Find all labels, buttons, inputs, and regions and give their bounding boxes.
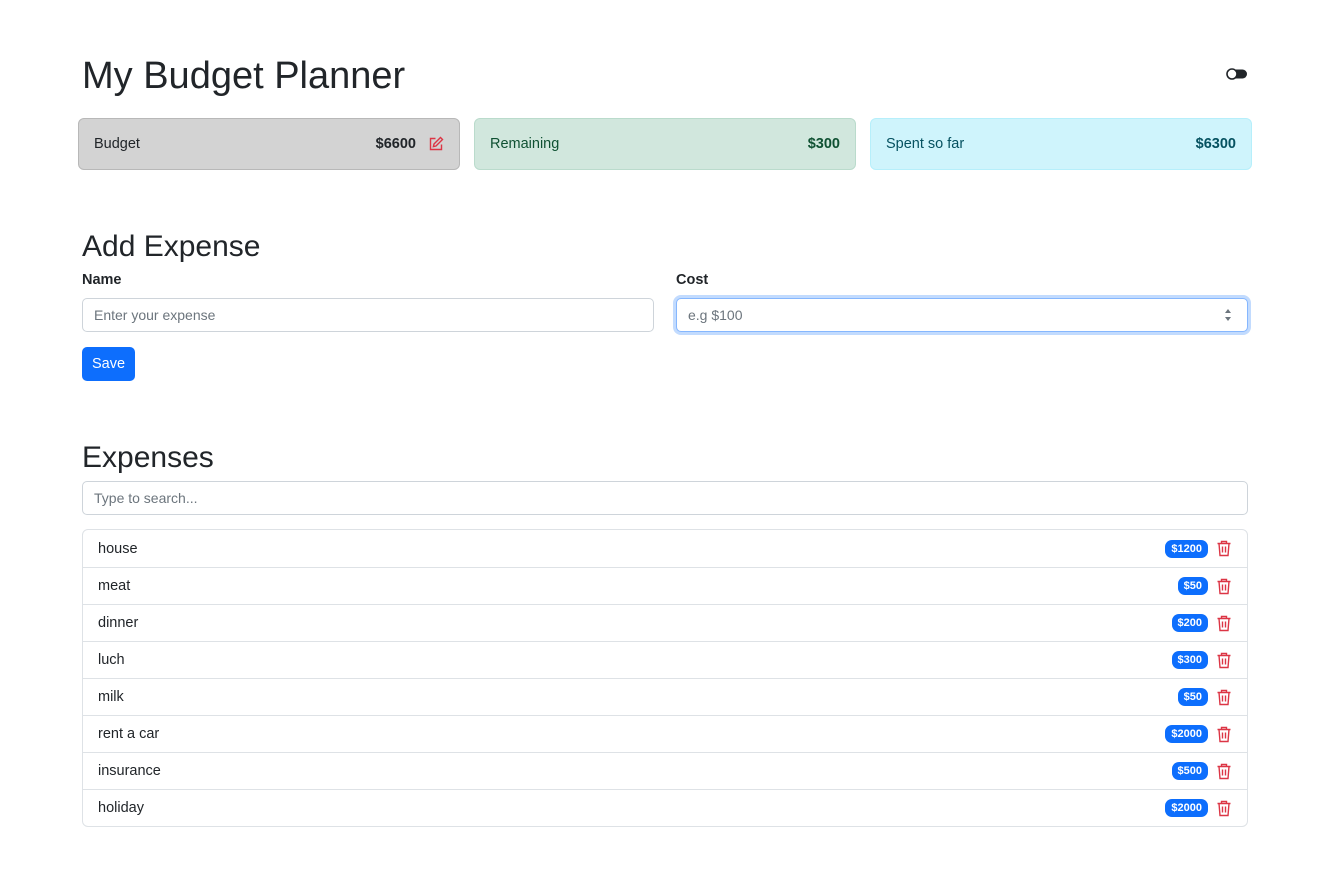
- trash-icon[interactable]: [1216, 689, 1232, 706]
- expense-name: milk: [98, 689, 124, 705]
- expense-list: house $1200 meat $50 dinner $200 luch $3…: [82, 529, 1248, 827]
- name-label: Name: [82, 272, 122, 288]
- trash-icon[interactable]: [1216, 578, 1232, 595]
- cost-spinner-icon[interactable]: [1222, 305, 1234, 325]
- expense-item: luch $300: [83, 641, 1247, 678]
- trash-icon[interactable]: [1216, 763, 1232, 780]
- expense-name: rent a car: [98, 726, 160, 742]
- expense-cost-badge: $50: [1177, 688, 1208, 706]
- expense-item: holiday $2000: [83, 789, 1247, 826]
- expense-name: insurance: [98, 763, 161, 779]
- cost-label: Cost: [676, 272, 709, 288]
- expense-cost-badge: $50: [1177, 577, 1208, 595]
- expense-cost-badge: $2000: [1165, 725, 1208, 743]
- remaining-card: Remaining $300: [474, 118, 856, 170]
- budget-label: Budget: [94, 136, 140, 152]
- expense-name: holiday: [98, 800, 144, 816]
- budget-value: $6600: [375, 136, 416, 152]
- expense-name: house: [98, 540, 138, 557]
- expense-name: dinner: [98, 615, 139, 631]
- page-title: My Budget Planner: [82, 55, 406, 97]
- add-expense-heading: Add Expense: [82, 230, 261, 263]
- expense-item: milk $50: [83, 678, 1247, 715]
- expense-cost-badge: $500: [1171, 762, 1208, 780]
- expense-item: meat $50: [83, 567, 1247, 604]
- expense-item: insurance $500: [83, 752, 1247, 789]
- expense-name: luch: [98, 652, 125, 668]
- expense-cost-badge: $300: [1171, 651, 1208, 669]
- budget-card: Budget $6600: [78, 118, 460, 170]
- spent-label: Spent so far: [886, 136, 965, 152]
- trash-icon[interactable]: [1216, 800, 1232, 817]
- trash-icon[interactable]: [1216, 615, 1232, 632]
- trash-icon[interactable]: [1216, 652, 1232, 669]
- spent-card: Spent so far $6300: [870, 118, 1252, 170]
- spent-value: $6300: [1195, 136, 1236, 152]
- remaining-value: $300: [807, 136, 840, 152]
- save-button[interactable]: Save: [82, 347, 135, 381]
- expense-item: house $1200: [83, 530, 1247, 567]
- edit-icon[interactable]: [428, 136, 444, 152]
- expense-item: rent a car $2000: [83, 715, 1247, 752]
- expense-name: meat: [98, 578, 131, 594]
- search-input[interactable]: [82, 481, 1248, 515]
- remaining-label: Remaining: [490, 136, 560, 152]
- toggle-icon[interactable]: [1226, 66, 1248, 82]
- expense-item: dinner $200: [83, 604, 1247, 641]
- cost-input[interactable]: [676, 298, 1248, 332]
- expense-cost-badge: $200: [1171, 614, 1208, 632]
- name-input[interactable]: [82, 298, 654, 332]
- expense-cost-badge: $2000: [1165, 799, 1208, 817]
- trash-icon[interactable]: [1216, 726, 1232, 743]
- expense-cost-badge: $1200: [1165, 539, 1208, 558]
- expenses-heading: Expenses: [82, 441, 214, 474]
- trash-icon[interactable]: [1216, 540, 1232, 557]
